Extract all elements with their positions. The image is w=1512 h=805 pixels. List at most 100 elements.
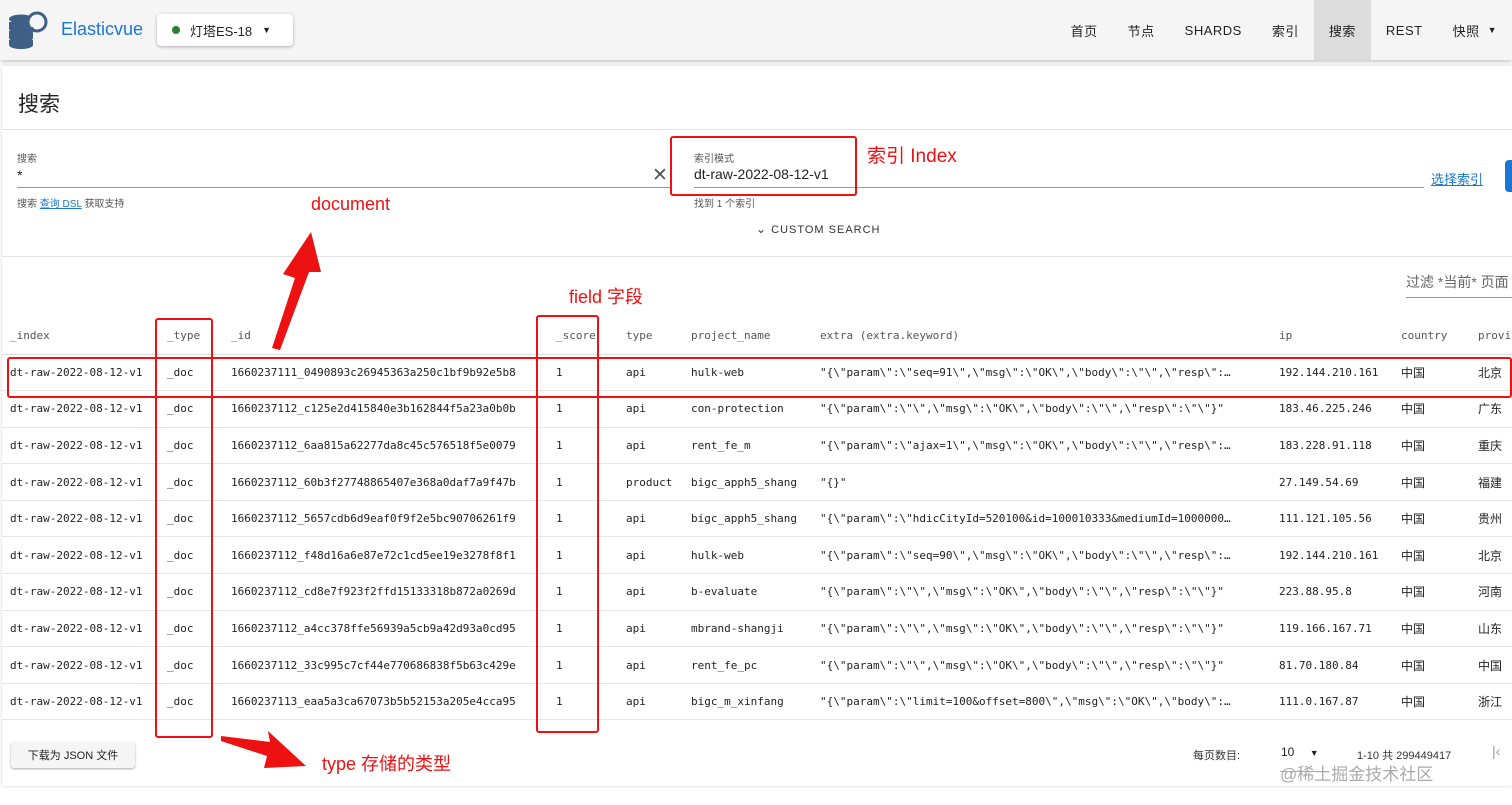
cell-index: dt-raw-2022-08-12-v1	[2, 573, 159, 611]
rows-per-page-value: 10	[1281, 745, 1295, 759]
cell-ip: 27.149.54.69	[1271, 463, 1393, 501]
table-row[interactable]: dt-raw-2022-08-12-v1 _doc 1660237112_a4cc3…	[2, 610, 1512, 648]
cell-extra: "{\"param\":\"seq=90\",\"msg\":\"OK\",\"…	[812, 536, 1271, 575]
rows-per-page-label: 每页数目:	[1193, 750, 1241, 762]
annotation-document: document	[311, 194, 391, 214]
arrow-right-icon	[221, 731, 306, 768]
cell-extra: "{\"param\":\"\",\"msg\":\"OK\",\"body\"…	[812, 610, 1271, 648]
cluster-selector[interactable]: 灯塔ES-18 ▼	[157, 14, 293, 46]
cell-province: 福建	[1470, 463, 1512, 501]
filter-input[interactable]: 过滤 *当前* 页面	[1406, 272, 1512, 292]
cell-doc-type: api	[618, 573, 683, 611]
cell-country: 中国	[1393, 427, 1470, 465]
chevron-down-icon: ⌄	[756, 222, 768, 236]
cell-index: dt-raw-2022-08-12-v1	[2, 463, 159, 501]
nav-indices[interactable]: 索引	[1257, 0, 1314, 60]
cell-province: 北京	[1470, 536, 1512, 575]
cell-index: dt-raw-2022-08-12-v1	[2, 536, 159, 575]
cell-province: 中国	[1470, 646, 1512, 684]
top-app-bar: Elasticvue 灯塔ES-18 ▼ 首页 节点 SHARDS 索引 搜索 …	[0, 0, 1512, 60]
download-json-button[interactable]: 下载为 JSON 文件	[11, 742, 135, 768]
annotation-box-index	[670, 136, 857, 196]
cell-country: 中国	[1393, 646, 1470, 684]
cell-id: 1660237112_a4cc378ffe56939a5cb9a42d93a0c…	[223, 610, 548, 648]
nav-snapshots-label: 快照	[1452, 23, 1480, 39]
table-row[interactable]: dt-raw-2022-08-12-v1 _doc 1660237112_60b3f…	[2, 463, 1512, 501]
table-row[interactable]: dt-raw-2022-08-12-v1 _doc 1660237112_6aa81…	[2, 427, 1512, 465]
column-header-extra[interactable]: extra (extra.keyword)	[812, 318, 1271, 355]
cell-id: 1660237112_60b3f27748865407e368a0daf7a9f…	[223, 463, 548, 501]
nav-nodes[interactable]: 节点	[1113, 0, 1170, 60]
cell-country: 中国	[1393, 500, 1470, 538]
rows-per-page-select[interactable]: 10 ▼	[1281, 745, 1319, 759]
table-header-row: _index _type _id _score type project_nam…	[2, 318, 1512, 355]
cell-extra: "{\"param\":\"hdicCityId=520100&id=10001…	[812, 500, 1271, 538]
cell-ip: 192.144.210.161	[1271, 536, 1393, 575]
nav-snapshots[interactable]: 快照 ▼	[1438, 0, 1512, 60]
cell-doc-type: api	[618, 427, 683, 465]
main-nav: 首页 节点 SHARDS 索引 搜索 REST 快照 ▼	[1056, 0, 1512, 60]
cell-country: 中国	[1393, 463, 1470, 501]
cell-ip: 183.228.91.118	[1271, 427, 1393, 465]
cell-province: 河南	[1470, 573, 1512, 611]
cell-id: 1660237112_5657cdb6d9eaf0f9f2e5bc9070626…	[223, 500, 548, 538]
table-row[interactable]: dt-raw-2022-08-12-v1 _doc 1660237112_33c99…	[2, 646, 1512, 684]
cell-index: dt-raw-2022-08-12-v1	[2, 646, 159, 684]
cell-index: dt-raw-2022-08-12-v1	[2, 500, 159, 538]
brand-name[interactable]: Elasticvue	[61, 19, 143, 40]
table-row[interactable]: dt-raw-2022-08-12-v1 _doc 1660237112_cd8e7…	[2, 573, 1512, 611]
nav-home[interactable]: 首页	[1056, 0, 1113, 60]
cell-project-name: b-evaluate	[683, 573, 812, 611]
cell-project-name: bigc_apph5_shang	[683, 463, 812, 501]
cell-extra: "{\"param\":\"ajax=1\",\"msg\":\"OK\",\"…	[812, 427, 1271, 465]
column-header-province[interactable]: province	[1470, 318, 1512, 355]
first-page-icon[interactable]: |‹	[1492, 743, 1500, 759]
cell-project-name: rent_fe_pc	[683, 646, 812, 684]
clear-icon[interactable]: ✕	[652, 164, 668, 187]
table-row[interactable]: dt-raw-2022-08-12-v1 _doc 1660237113_eaa5a…	[2, 683, 1512, 721]
cell-doc-type: api	[618, 646, 683, 684]
watermark: @稀土掘金技术社区	[1280, 765, 1434, 784]
search-input[interactable]: *	[17, 167, 647, 183]
column-header-country[interactable]: country	[1393, 318, 1470, 355]
custom-search-label: CUSTOM SEARCH	[771, 224, 881, 236]
annotation-field: field 字段	[569, 287, 644, 307]
column-header-doc-type[interactable]: type	[618, 318, 683, 355]
cell-ip: 223.88.95.8	[1271, 573, 1393, 611]
query-dsl-link[interactable]: 查询 DSL	[40, 199, 82, 210]
search-button-edge[interactable]	[1505, 160, 1512, 192]
annotation-type: type 存储的类型	[322, 754, 452, 774]
cell-id: 1660237112_33c995c7cf44e770686838f5b63c4…	[223, 646, 548, 684]
cell-extra: "{\"param\":\"\",\"msg\":\"OK\",\"body\"…	[812, 646, 1271, 684]
cell-id: 1660237113_eaa5a3ca67073b5b52153a205e4cc…	[223, 683, 548, 721]
nav-rest[interactable]: REST	[1371, 0, 1438, 60]
table-row[interactable]: dt-raw-2022-08-12-v1 _doc 1660237112_5657c…	[2, 500, 1512, 538]
cell-id: 1660237112_cd8e7f923f2ffd15133318b872a02…	[223, 573, 548, 611]
cell-project-name: rent_fe_m	[683, 427, 812, 465]
column-header-project-name[interactable]: project_name	[683, 318, 812, 355]
annotation-box-document-row	[7, 357, 1512, 398]
column-header-index[interactable]: _index	[2, 318, 159, 355]
column-header-ip[interactable]: ip	[1271, 318, 1393, 355]
status-dot-icon	[172, 26, 180, 34]
custom-search-toggle[interactable]: ⌄ CUSTOM SEARCH	[756, 222, 881, 236]
cell-ip: 111.121.105.56	[1271, 500, 1393, 538]
cell-index: dt-raw-2022-08-12-v1	[2, 610, 159, 648]
nav-shards[interactable]: SHARDS	[1170, 0, 1257, 60]
cell-index: dt-raw-2022-08-12-v1	[2, 427, 159, 465]
select-index-button[interactable]: 选择索引	[1431, 169, 1483, 188]
nav-search[interactable]: 搜索	[1313, 0, 1371, 60]
hint-suffix: 获取支持	[84, 199, 125, 210]
search-label: 搜索	[17, 154, 37, 165]
cell-extra: "{\"param\":\"limit=100&offset=800\",\"m…	[812, 683, 1271, 721]
index-hint: 找到 1 个索引	[694, 199, 756, 210]
cell-province: 浙江	[1470, 683, 1512, 721]
page-title: 搜索	[18, 93, 60, 116]
cell-doc-type: api	[618, 683, 683, 721]
cell-ip: 81.70.180.84	[1271, 646, 1393, 684]
caret-down-icon: ▼	[262, 25, 272, 35]
cell-extra: "{}"	[812, 463, 1271, 501]
cell-ip: 111.0.167.87	[1271, 683, 1393, 721]
cell-country: 中国	[1393, 536, 1470, 575]
table-row[interactable]: dt-raw-2022-08-12-v1 _doc 1660237112_f48d1…	[2, 536, 1512, 575]
